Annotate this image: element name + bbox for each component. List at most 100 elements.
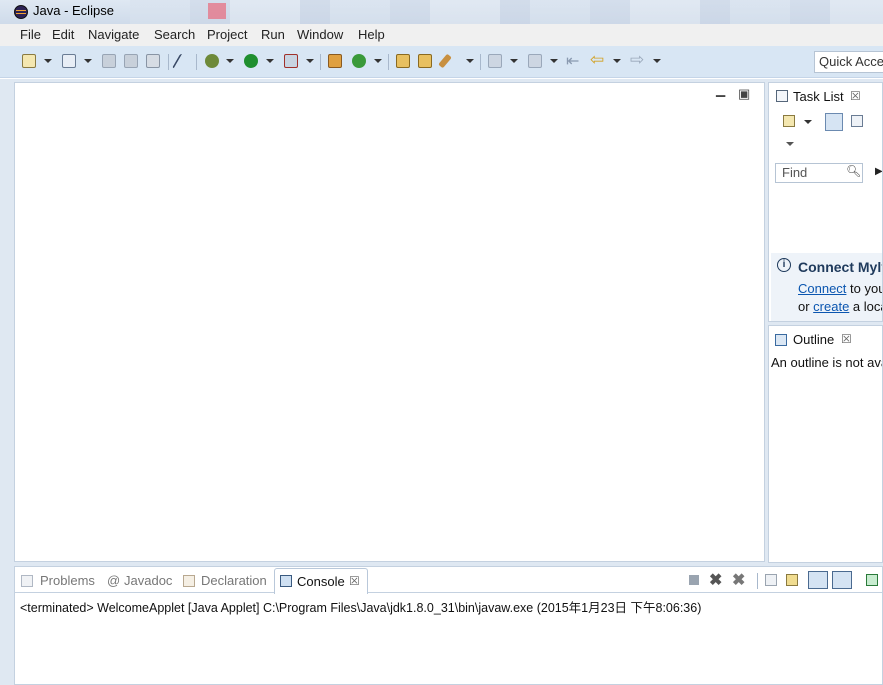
window-title: Java - Eclipse: [33, 3, 114, 18]
connect-mylyn-title: Connect Mylyn: [798, 259, 882, 275]
new-task-icon[interactable]: [783, 115, 795, 127]
tab-javadoc[interactable]: Javadoc: [124, 573, 172, 588]
menu-bar: File Edit Navigate Search Project Run Wi…: [0, 24, 883, 46]
new-class-dropdown-icon[interactable]: [374, 59, 382, 63]
scroll-lock-icon[interactable]: [786, 574, 798, 586]
toolbar-separator: [480, 54, 481, 70]
new-dropdown-icon[interactable]: [44, 59, 52, 63]
new-class-icon[interactable]: [352, 54, 366, 68]
menu-search[interactable]: Search: [154, 27, 195, 42]
connect-mylyn-panel: i Connect Mylyn Connect to your or creat…: [771, 253, 882, 321]
print-icon[interactable]: [146, 54, 160, 68]
previous-annotation-icon[interactable]: [528, 54, 542, 68]
run-dropdown-icon[interactable]: [266, 59, 274, 63]
back-dropdown-icon[interactable]: [613, 59, 621, 63]
create-text: a local: [852, 299, 882, 314]
background-browser-tabs: [130, 0, 883, 24]
new-package-dropdown-icon[interactable]: [84, 59, 92, 63]
clear-console-icon[interactable]: [765, 574, 777, 586]
connect-line: Connect to your: [798, 281, 882, 296]
outline-message: An outline is not available.: [771, 355, 882, 370]
menu-project[interactable]: Project: [207, 27, 247, 42]
toolbar-separator: [196, 54, 197, 70]
external-tools-dropdown-icon[interactable]: [306, 59, 314, 63]
tab-console[interactable]: Console: [297, 574, 345, 589]
create-link[interactable]: create: [813, 299, 849, 314]
close-icon[interactable]: ☒: [349, 574, 360, 588]
last-edit-location-icon[interactable]: ⇤: [566, 51, 579, 71]
chevron-right-icon[interactable]: ▶: [875, 166, 882, 177]
debug-icon[interactable]: [205, 54, 219, 68]
javadoc-icon: @: [107, 573, 121, 588]
toolbar-separator: [757, 573, 758, 589]
eclipse-logo-icon: [14, 5, 28, 19]
pin-console-icon[interactable]: [866, 574, 878, 586]
console-panel: Problems @ Javadoc Declaration Console ☒…: [14, 566, 883, 685]
new-java-project-icon[interactable]: [328, 54, 342, 68]
maximize-icon[interactable]: ▣: [738, 86, 750, 102]
save-all-icon[interactable]: [124, 54, 138, 68]
console-output-line: <terminated> WelcomeApplet [Java Applet]…: [20, 601, 702, 615]
toolbar-separator: [168, 54, 169, 70]
terminate-icon[interactable]: [689, 575, 699, 585]
new-java-package-icon[interactable]: [62, 54, 76, 68]
search-icon: 🔍︎: [846, 164, 862, 178]
task-list-icon: [776, 90, 788, 102]
bottom-tab-bar: Problems @ Javadoc Declaration Console ☒…: [15, 567, 882, 594]
next-annotation-dropdown-icon[interactable]: [510, 59, 518, 63]
open-type-icon[interactable]: [396, 54, 410, 68]
close-icon[interactable]: ☒: [850, 89, 861, 103]
debug-dropdown-icon[interactable]: [226, 59, 234, 63]
back-arrow-icon[interactable]: ⇦: [590, 50, 604, 70]
remove-launch-icon[interactable]: ✖: [709, 570, 722, 590]
search-pencil-icon[interactable]: [438, 53, 452, 69]
create-prefix: or: [798, 299, 814, 314]
forward-arrow-icon[interactable]: ⇨: [630, 50, 644, 70]
create-line: or create a local: [798, 299, 882, 314]
editor-area[interactable]: ▁ ▣: [14, 82, 765, 562]
outline-icon: [775, 334, 787, 346]
menu-help[interactable]: Help: [358, 27, 385, 42]
new-icon[interactable]: [22, 54, 36, 68]
menu-edit[interactable]: Edit: [52, 27, 74, 42]
forward-dropdown-icon[interactable]: [653, 59, 661, 63]
tab-console-active[interactable]: Console ☒: [274, 568, 368, 594]
scheduled-icon[interactable]: [851, 115, 863, 127]
console-icon: [280, 575, 292, 587]
declaration-icon: [183, 575, 195, 587]
new-task-dropdown-icon[interactable]: [804, 120, 812, 124]
run-icon[interactable]: [244, 54, 258, 68]
previous-annotation-dropdown-icon[interactable]: [550, 59, 558, 63]
show-on-output-icon[interactable]: [808, 571, 828, 589]
categorized-icon[interactable]: [825, 113, 843, 131]
external-tools-icon[interactable]: [284, 54, 298, 68]
background-tab-icon: [208, 3, 226, 19]
toolbar-separator: [388, 54, 389, 70]
menu-window[interactable]: Window: [297, 27, 343, 42]
connect-link[interactable]: Connect: [798, 281, 846, 296]
title-bar: Java - Eclipse: [0, 0, 883, 24]
minimize-icon[interactable]: ▁: [716, 83, 725, 97]
quick-access-field[interactable]: Quick Access: [814, 51, 883, 73]
task-list-tab[interactable]: Task List: [793, 89, 844, 104]
info-icon: i: [777, 258, 791, 272]
close-icon[interactable]: ☒: [841, 332, 852, 346]
toolbar-separator: [320, 54, 321, 70]
save-icon[interactable]: [102, 54, 116, 68]
show-on-error-icon[interactable]: [832, 571, 852, 589]
outline-tab[interactable]: Outline: [793, 332, 834, 347]
skip-breakpoints-icon[interactable]: [171, 54, 195, 68]
outline-view: Outline ☒ An outline is not available.: [768, 325, 883, 563]
next-annotation-icon[interactable]: [488, 54, 502, 68]
remove-all-launches-icon[interactable]: ✖: [732, 570, 745, 590]
search-dropdown-icon[interactable]: [466, 59, 474, 63]
menu-file[interactable]: File: [20, 27, 41, 42]
menu-navigate[interactable]: Navigate: [88, 27, 139, 42]
connect-text: to your: [850, 281, 882, 296]
menu-run[interactable]: Run: [261, 27, 285, 42]
tab-declaration[interactable]: Declaration: [201, 573, 267, 588]
tab-problems[interactable]: Problems: [40, 573, 95, 588]
main-toolbar: ⇤ ⇦ ⇨ Quick Access: [0, 46, 883, 78]
open-folder-icon[interactable]: [418, 54, 432, 68]
view-menu-icon[interactable]: [786, 142, 794, 146]
